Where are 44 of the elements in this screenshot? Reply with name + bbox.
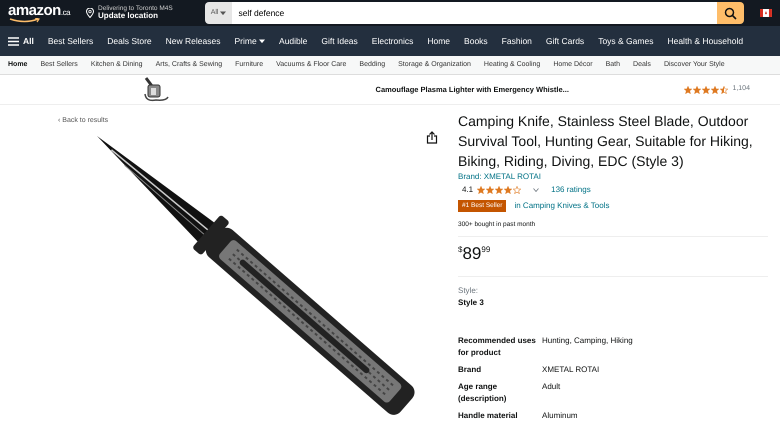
canada-flag-icon[interactable] — [760, 9, 772, 17]
nav-link[interactable]: Books — [464, 34, 488, 48]
spec-label: Age range (description) — [458, 380, 508, 405]
lighter-thumbnail-drawing[interactable] — [142, 76, 170, 102]
spec-value: Aluminum — [542, 410, 578, 422]
nav-dropdown[interactable]: Prime — [234, 34, 266, 48]
spec-label: Handle material — [458, 410, 519, 422]
category-rank-link[interactable]: in Camping Knives & Tools — [514, 200, 610, 212]
all-menu-button[interactable]: All — [8, 34, 34, 48]
caret-icon — [533, 188, 540, 192]
product-title: Camping Knife, Stainless Steel Blade, Outdoor Survival Tool, Hunting Gear, Suitable for Hiking, Biking, Riding, Diving, EDC (Style 3) — [458, 112, 754, 171]
amazon-logo[interactable]: amazon.ca — [8, 3, 70, 23]
nav-link[interactable]: Home — [427, 34, 450, 48]
nav-link[interactable]: Toys & Games — [598, 34, 654, 48]
nav-link[interactable]: Electronics — [372, 34, 414, 48]
rating-value: 4.1 — [462, 184, 474, 196]
nav-link[interactable]: Fashion — [502, 34, 532, 48]
update-location-link[interactable]: Update location — [98, 12, 173, 21]
ratings-link[interactable]: 136 ratings — [551, 184, 591, 196]
share-icon[interactable] — [426, 131, 438, 144]
menu-label: All — [23, 34, 34, 48]
style-value: Style 3 — [458, 296, 485, 309]
search-icon — [724, 6, 738, 20]
nav-link[interactable]: Audible — [279, 34, 308, 48]
style-label: Style: — [458, 284, 480, 297]
spec-label: Brand — [458, 364, 482, 376]
menu-icon — [8, 36, 19, 46]
caret-icon — [220, 11, 226, 15]
nav-link[interactable]: New Releases — [166, 34, 220, 48]
nav-link[interactable]: Deals Store — [107, 34, 152, 48]
search-field[interactable]: self defence — [232, 2, 718, 24]
price: $^{$}$89$^{99}$ — [458, 244, 492, 262]
search-button[interactable] — [717, 2, 744, 24]
nav-link[interactable]: Gift Ideas — [321, 34, 358, 48]
nav-link[interactable]: Best Sellers — [48, 34, 94, 48]
spec-value: Hunting, Camping, Hiking — [542, 334, 633, 347]
caret-icon — [259, 39, 266, 44]
location-pin-icon — [86, 8, 94, 18]
spec-value: Adult — [542, 380, 560, 393]
brand-link[interactable]: Brand: XMETAL ROTAI — [458, 171, 768, 183]
nav-link[interactable]: Health & Household — [667, 34, 744, 48]
nav-link[interactable]: Gift Cards — [546, 34, 584, 48]
spec-label: Recommended uses for product — [458, 334, 537, 359]
spec-value: XMETAL ROTAI — [542, 364, 600, 376]
